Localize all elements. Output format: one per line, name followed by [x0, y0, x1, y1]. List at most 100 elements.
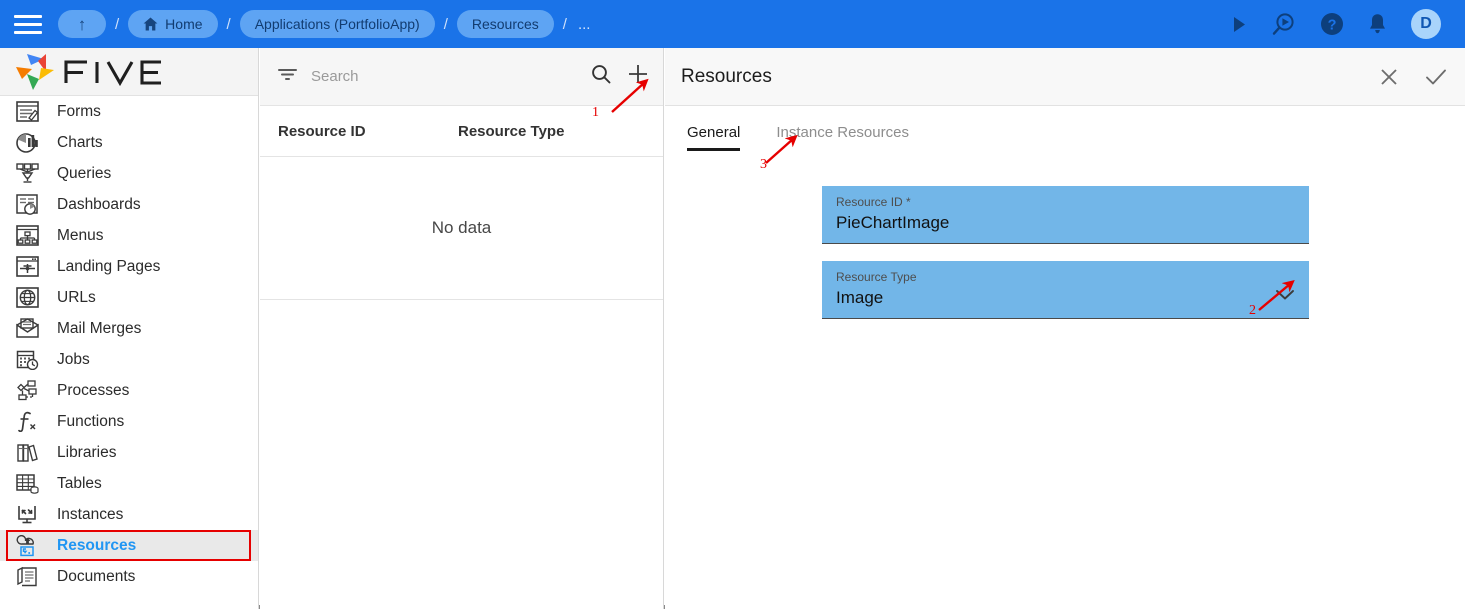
breadcrumb: ↑ / Home / Applications (PortfolioApp) /…: [58, 10, 590, 38]
sidebar-item-libraries[interactable]: Libraries: [0, 437, 258, 468]
sidebar-item-landing-pages[interactable]: Landing Pages: [0, 251, 258, 282]
search-icon[interactable]: [591, 64, 611, 89]
tab-instance-resources[interactable]: Instance Resources: [776, 124, 909, 151]
column-header-resource-id[interactable]: Resource ID: [260, 123, 458, 140]
instances-icon: [14, 502, 41, 527]
resource-type-field[interactable]: Resource Type Image: [822, 261, 1309, 319]
sidebar-item-processes[interactable]: Processes: [0, 375, 258, 406]
breadcrumb-item-resources[interactable]: Resources: [456, 10, 554, 38]
plus-icon[interactable]: [627, 63, 649, 90]
documents-icon: [14, 564, 41, 589]
page-title: Resources: [681, 65, 772, 87]
top-bar-actions: ? D: [1232, 9, 1455, 39]
check-icon[interactable]: [1425, 67, 1447, 87]
sidebar-item-label: Tables: [57, 474, 102, 492]
sidebar-item-label: Documents: [57, 567, 136, 585]
list-column-headers: Resource ID Resource Type: [260, 106, 663, 157]
breadcrumb-item-applications[interactable]: Applications (PortfolioApp): [239, 10, 435, 38]
app-root: ↑ / Home / Applications (PortfolioApp) /…: [0, 0, 1465, 609]
sidebar-item-label: Mail Merges: [57, 319, 142, 337]
navigate-up-button[interactable]: ↑: [58, 10, 106, 38]
sidebar-item-label: Processes: [57, 381, 130, 399]
five-logo-mark: [16, 53, 54, 90]
sidebar-item-queries[interactable]: Queries: [0, 158, 258, 189]
sidebar-item-label: Jobs: [57, 350, 90, 368]
forms-icon: [14, 99, 41, 124]
sidebar-item-tables[interactable]: Tables: [0, 468, 258, 499]
chevron-down-icon[interactable]: [1275, 288, 1295, 306]
help-icon[interactable]: ?: [1320, 12, 1344, 36]
sidebar-item-charts[interactable]: Charts: [0, 127, 258, 158]
menus-icon: [14, 223, 41, 248]
landing-pages-icon: [14, 254, 41, 279]
breadcrumb-label-home: Home: [165, 16, 203, 32]
notifications-bell-icon[interactable]: [1368, 13, 1387, 35]
search-input[interactable]: [311, 68, 591, 85]
detail-tabs: General Instance Resources: [665, 106, 1465, 160]
sidebar-item-documents[interactable]: Documents: [0, 561, 258, 592]
functions-icon: [14, 409, 41, 434]
sidebar-item-forms[interactable]: Forms: [0, 96, 258, 127]
breadcrumb-separator-4: /: [562, 15, 567, 33]
sidebar-item-resources[interactable]: Resources: [0, 530, 258, 561]
resource-id-value: PieChartImage: [836, 213, 950, 232]
sidebar-item-label: Functions: [57, 412, 125, 430]
breadcrumb-overflow[interactable]: ...: [576, 16, 591, 33]
search-run-icon[interactable]: [1271, 12, 1296, 37]
queries-icon: [14, 161, 41, 186]
sidebar: Forms Charts Queries Dashboards Menus La…: [0, 48, 259, 609]
dashboards-icon: [14, 192, 41, 217]
home-icon: [143, 17, 158, 31]
resources-icon: [14, 533, 41, 558]
urls-icon: [14, 285, 41, 310]
empty-state: No data: [260, 157, 663, 300]
resource-list-panel: Resource ID Resource Type No data: [260, 48, 664, 609]
sidebar-item-instances[interactable]: Instances: [0, 499, 258, 530]
filter-icon[interactable]: [278, 67, 297, 86]
sidebar-item-label: Forms: [57, 102, 101, 120]
avatar[interactable]: D: [1411, 9, 1441, 39]
sidebar-item-label: Queries: [57, 164, 112, 182]
resource-type-value: Image: [836, 288, 884, 307]
sidebar-item-label: Dashboards: [57, 195, 141, 213]
resource-type-label: Resource Type: [836, 270, 917, 284]
sidebar-item-jobs[interactable]: Jobs: [0, 344, 258, 375]
breadcrumb-label-resources: Resources: [471, 16, 539, 32]
charts-icon: [14, 130, 41, 155]
sidebar-item-menus[interactable]: Menus: [0, 220, 258, 251]
column-header-resource-type[interactable]: Resource Type: [458, 123, 663, 140]
close-icon[interactable]: [1379, 67, 1399, 87]
resource-id-label: Resource ID *: [836, 195, 911, 209]
sidebar-item-label: Charts: [57, 133, 103, 151]
detail-form: Resource ID * PieChartImage Resource Typ…: [665, 160, 1465, 319]
sidebar-item-label: Menus: [57, 226, 104, 244]
sidebar-item-dashboards[interactable]: Dashboards: [0, 189, 258, 220]
sidebar-item-label: Libraries: [57, 443, 117, 461]
arrow-up-icon: ↑: [77, 14, 87, 34]
sidebar-item-label: Landing Pages: [57, 257, 161, 275]
tab-general[interactable]: General: [687, 124, 741, 151]
top-bar: ↑ / Home / Applications (PortfolioApp) /…: [0, 0, 1465, 48]
mail-merges-icon: [14, 316, 41, 341]
sidebar-item-urls[interactable]: URLs: [0, 282, 258, 313]
libraries-icon: [14, 440, 41, 465]
app-logo: [0, 48, 258, 96]
sidebar-item-mail-merges[interactable]: Mail Merges: [0, 313, 258, 344]
resource-id-field[interactable]: Resource ID * PieChartImage: [822, 186, 1309, 244]
breadcrumb-item-home[interactable]: Home: [128, 10, 218, 38]
tables-icon: [14, 471, 41, 496]
breadcrumb-separator-1: /: [115, 15, 120, 33]
svg-text:?: ?: [1328, 18, 1337, 34]
search-toolbar: [260, 48, 663, 106]
hamburger-icon[interactable]: [14, 13, 42, 35]
five-logo-wordmark: [64, 59, 161, 86]
sidebar-item-label: Instances: [57, 505, 124, 523]
breadcrumb-separator-2: /: [226, 15, 231, 33]
detail-header-actions: [1379, 67, 1447, 87]
play-icon[interactable]: [1232, 16, 1247, 33]
detail-header: Resources: [665, 48, 1465, 106]
sidebar-item-functions[interactable]: Functions: [0, 406, 258, 437]
empty-state-message: No data: [431, 218, 492, 237]
sidebar-item-label: Resources: [57, 536, 137, 554]
breadcrumb-label-applications: Applications (PortfolioApp): [254, 16, 420, 32]
